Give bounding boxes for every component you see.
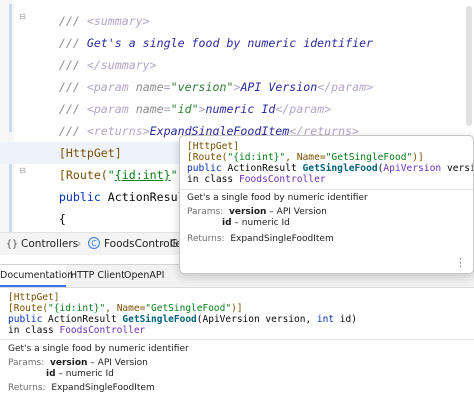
code-token: /// bbox=[58, 124, 87, 138]
editor-scrollbar[interactable] bbox=[466, 6, 472, 126]
code-token: <param bbox=[86, 80, 136, 94]
popup-param-id: id – numeric Id bbox=[222, 218, 290, 228]
code-token: > bbox=[198, 102, 206, 116]
code-token: numeric Id bbox=[205, 102, 276, 116]
doc-class-line: in class FoodsController bbox=[8, 325, 146, 336]
code-token: name bbox=[135, 80, 164, 94]
popup-attribute-line: [HttpGet] bbox=[187, 141, 239, 152]
code-token: </param> bbox=[275, 102, 332, 116]
doc-signature-line: public ActionResult GetSingleFood(ApiVer… bbox=[8, 314, 357, 325]
breadcrumb-item-namespace[interactable]: {} Controllers bbox=[6, 233, 78, 255]
code-token: <returns> bbox=[86, 124, 150, 138]
code-token: </param> bbox=[317, 80, 374, 94]
code-token: <param bbox=[86, 102, 136, 116]
doc-attribute-line: [HttpGet] bbox=[8, 292, 60, 303]
doc-route-line: [Route("{id:int}", Name="GetSingleFood")… bbox=[8, 303, 243, 314]
code-line[interactable]: /// <param name="version">API Version</p… bbox=[31, 76, 373, 98]
divider bbox=[0, 339, 474, 340]
class-icon: C bbox=[88, 237, 100, 249]
code-token: API Version bbox=[240, 80, 318, 94]
code-token: { bbox=[58, 212, 66, 226]
code-token: /// bbox=[58, 58, 87, 72]
code-token: {id:int} bbox=[114, 168, 171, 182]
tab-documentation[interactable]: Documentation bbox=[0, 265, 73, 287]
chevron-right-icon: › bbox=[77, 238, 82, 250]
popup-param-version: Params: version – API Version bbox=[187, 207, 327, 217]
divider bbox=[180, 189, 473, 190]
code-token: [Route( bbox=[58, 168, 108, 182]
breadcrumb-item-method[interactable]: G bbox=[170, 233, 178, 255]
code-token: <summary> bbox=[86, 14, 150, 28]
code-line[interactable]: /// </summary> bbox=[31, 54, 157, 76]
code-line[interactable]: { bbox=[31, 208, 66, 230]
documentation-tool-window: Documentation HTTP Client OpenAPI [HttpG… bbox=[0, 264, 474, 403]
code-token: [HttpGet] bbox=[58, 146, 122, 160]
svg-text:C: C bbox=[91, 239, 97, 248]
code-line[interactable]: /// Get's a single food by numeric ident… bbox=[31, 32, 373, 54]
code-token: /// bbox=[58, 102, 87, 116]
tab-http-client[interactable]: HTTP Client bbox=[70, 265, 125, 287]
code-token: name bbox=[135, 102, 164, 116]
doc-summary: Get's a single food by numeric identifie… bbox=[8, 344, 189, 354]
code-token: Get's a single food by numeric identifie… bbox=[86, 36, 374, 50]
code-line[interactable]: /// <summary> bbox=[31, 10, 150, 32]
fold-icon[interactable]: ⊟ bbox=[18, 12, 27, 21]
popup-returns: Returns: ExpandSingleFoodItem bbox=[187, 234, 334, 244]
code-token: = bbox=[163, 80, 171, 94]
code-token: " bbox=[107, 168, 115, 182]
code-line[interactable]: [HttpGet] bbox=[31, 142, 122, 164]
code-token: " bbox=[170, 168, 178, 182]
code-line[interactable]: /// <param name="id">numeric Id</param> bbox=[31, 98, 331, 120]
doc-returns: Returns: ExpandSingleFoodItem bbox=[8, 383, 155, 393]
popup-summary: Get's a single food by numeric identifie… bbox=[187, 193, 368, 203]
code-token: "id" bbox=[170, 102, 199, 116]
more-vertical-icon[interactable]: ⋮ bbox=[455, 257, 466, 269]
quick-documentation-popup[interactable]: [HttpGet] [Route("{id:int}", Name="GetSi… bbox=[179, 135, 474, 274]
code-token: public bbox=[58, 190, 108, 204]
change-marker bbox=[9, 4, 12, 132]
fold-icon[interactable]: ⊟ bbox=[18, 166, 27, 175]
code-token: /// bbox=[58, 36, 87, 50]
braces-icon: {} bbox=[6, 239, 19, 250]
code-token: = bbox=[163, 102, 171, 116]
doc-param-version: Params: version – API Version bbox=[8, 358, 148, 368]
code-token: /// bbox=[58, 80, 87, 94]
code-token: </summary> bbox=[86, 58, 157, 72]
popup-route-line: [Route("{id:int}", Name="GetSingleFood")… bbox=[187, 152, 424, 163]
code-token: /// bbox=[58, 14, 87, 28]
chevron-right-icon: › bbox=[160, 238, 165, 250]
popup-signature-line: public ActionResult GetSingleFood(ApiVer… bbox=[187, 163, 473, 174]
tab-openapi[interactable]: OpenAPI bbox=[124, 265, 164, 287]
code-token: "version" bbox=[170, 80, 234, 94]
popup-class-line: in class FoodsController bbox=[187, 174, 326, 185]
doc-param-id: id – numeric Id bbox=[46, 369, 114, 379]
